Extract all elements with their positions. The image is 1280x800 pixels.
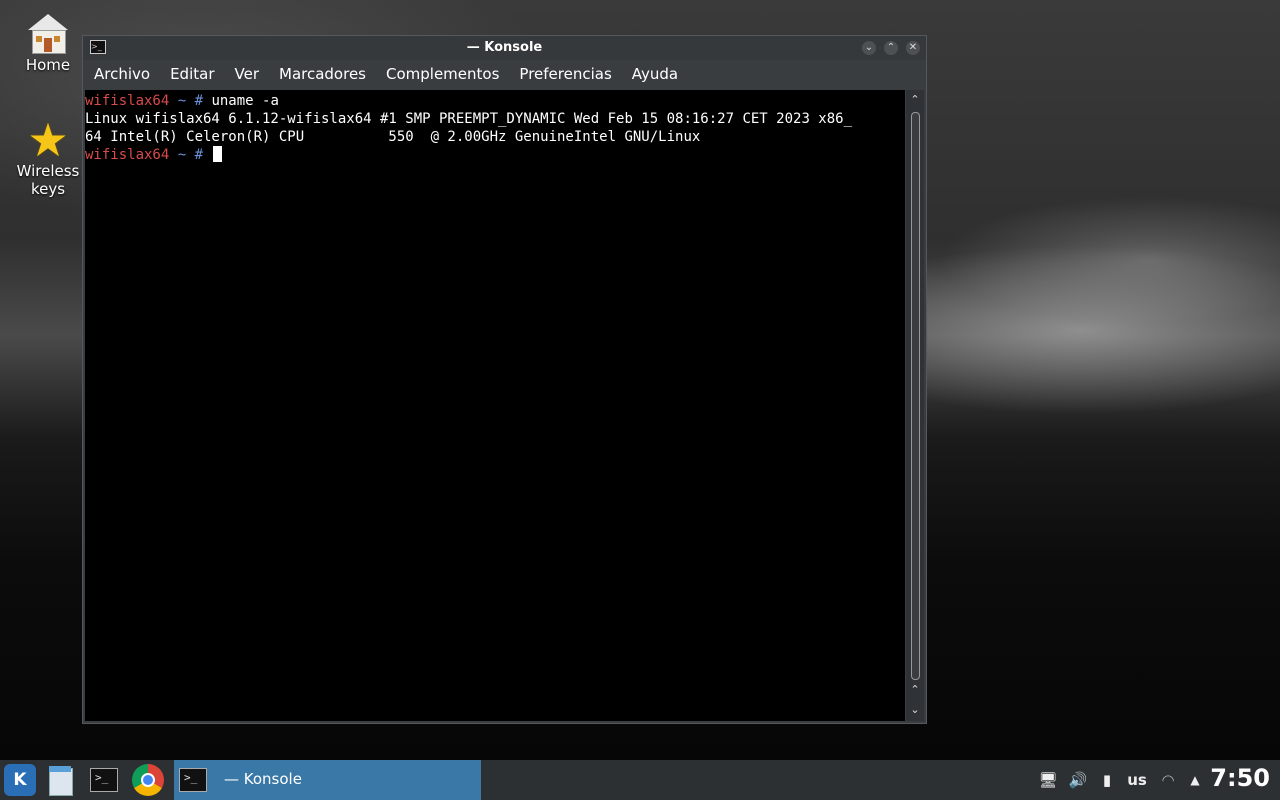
terminal-line: wifislax64 ~ # uname -a xyxy=(85,92,905,110)
file-manager-icon[interactable] xyxy=(44,764,76,796)
scrollbar-thumb[interactable] xyxy=(911,112,920,680)
kde-menu-icon[interactable]: K xyxy=(4,764,36,796)
menubar: Archivo Editar Ver Marcadores Complement… xyxy=(83,60,926,88)
terminal-output-line: Linux wifislax64 6.1.12-wifislax64 #1 SM… xyxy=(85,111,853,127)
command-text: uname -a xyxy=(211,93,279,109)
network-monitor-icon[interactable]: 🖥 xyxy=(1038,760,1058,800)
desktop-icon-label: Wireless keys xyxy=(16,162,80,198)
menu-archivo[interactable]: Archivo xyxy=(86,65,158,83)
text-cursor xyxy=(213,146,223,162)
terminal-output-line: 64 Intel(R) Celeron(R) CPU 550 @ 2.00GHz… xyxy=(85,129,701,145)
menu-preferencias[interactable]: Preferencias xyxy=(511,65,619,83)
star-icon: ★ xyxy=(27,113,69,167)
usb-device-icon[interactable]: ▮ xyxy=(1098,760,1116,800)
scroll-up-icon[interactable]: ⌃ xyxy=(906,682,924,698)
menu-marcadores[interactable]: Marcadores xyxy=(271,65,374,83)
taskbar: K >_ >_ — Konsole 🖥 🔊 ▮ us ◠ ▲ 7:50 xyxy=(0,760,1280,800)
prompt-host: wifislax64 xyxy=(85,147,170,163)
terminal-line: wifislax64 ~ # xyxy=(85,146,905,164)
terminal-scrollbar[interactable]: ⌃ ⌃ ⌄ xyxy=(906,90,924,721)
menu-ver[interactable]: Ver xyxy=(227,65,268,83)
menu-ayuda[interactable]: Ayuda xyxy=(624,65,686,83)
scroll-down-icon[interactable]: ⌄ xyxy=(906,702,924,718)
wifi-icon[interactable]: ◠ xyxy=(1156,760,1180,800)
menu-editar[interactable]: Editar xyxy=(162,65,222,83)
prompt-host: wifislax64 xyxy=(85,93,170,109)
terminal-area[interactable]: wifislax64 ~ # uname -a Linux wifislax64… xyxy=(85,90,905,721)
desktop-icon-wireless-keys[interactable]: ★ Wireless keys xyxy=(5,113,91,198)
chrome-icon[interactable] xyxy=(132,764,164,796)
window-title: — Konsole xyxy=(466,40,543,55)
scroll-up-icon[interactable]: ⌃ xyxy=(906,92,924,108)
prompt-symbol: ~ # xyxy=(169,147,212,163)
keyboard-layout[interactable]: us xyxy=(1124,760,1150,800)
menu-complementos[interactable]: Complementos xyxy=(378,65,507,83)
prompt-symbol: ~ # xyxy=(169,93,212,109)
close-button[interactable]: ✕ xyxy=(906,41,920,55)
clock[interactable]: 7:50 xyxy=(1210,764,1270,792)
volume-icon[interactable]: 🔊 xyxy=(1068,760,1088,800)
window-titlebar[interactable]: >_ — Konsole ⌄ ⌃ ✕ xyxy=(83,36,926,60)
minimize-button[interactable]: ⌄ xyxy=(862,41,876,55)
tray-expand-icon[interactable]: ▲ xyxy=(1186,760,1204,800)
maximize-button[interactable]: ⌃ xyxy=(884,41,898,55)
house-icon xyxy=(28,14,68,54)
desktop-icon-label: Home xyxy=(25,56,71,74)
terminal-icon: >_ xyxy=(179,768,207,792)
desktop-icon-home[interactable]: Home xyxy=(5,12,91,74)
task-label: — Konsole xyxy=(224,770,302,788)
terminal-launcher-icon[interactable]: >_ xyxy=(90,768,118,792)
taskbar-task-konsole[interactable]: >_ — Konsole xyxy=(174,760,481,800)
konsole-window: >_ — Konsole ⌄ ⌃ ✕ Archivo Editar Ver Ma… xyxy=(82,35,927,724)
